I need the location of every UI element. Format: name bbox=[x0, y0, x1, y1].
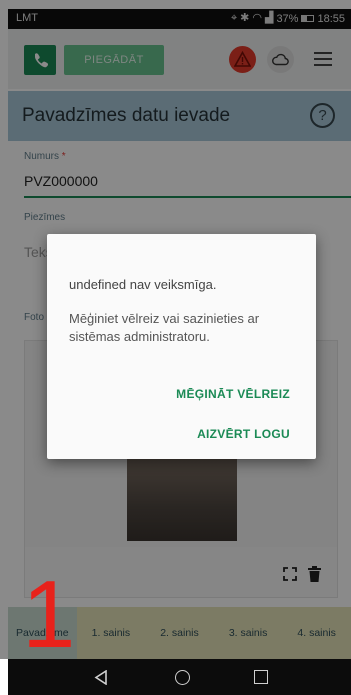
annotation-number: 1 bbox=[22, 561, 76, 668]
dialog-title: undefined nav veiksmīga. bbox=[69, 277, 217, 292]
close-dialog-button[interactable]: AIZVĒRT LOGU bbox=[197, 427, 290, 441]
recent-apps-icon[interactable] bbox=[254, 670, 268, 684]
error-dialog: undefined nav veiksmīga. Mēģiniet vēlrei… bbox=[47, 234, 316, 459]
home-icon[interactable] bbox=[175, 670, 190, 685]
retry-button[interactable]: MĒĢINĀT VĒLREIZ bbox=[176, 387, 290, 401]
back-icon[interactable] bbox=[94, 670, 108, 685]
dialog-message: Mēģiniet vēlreiz vai sazinieties ar sist… bbox=[69, 311, 260, 344]
